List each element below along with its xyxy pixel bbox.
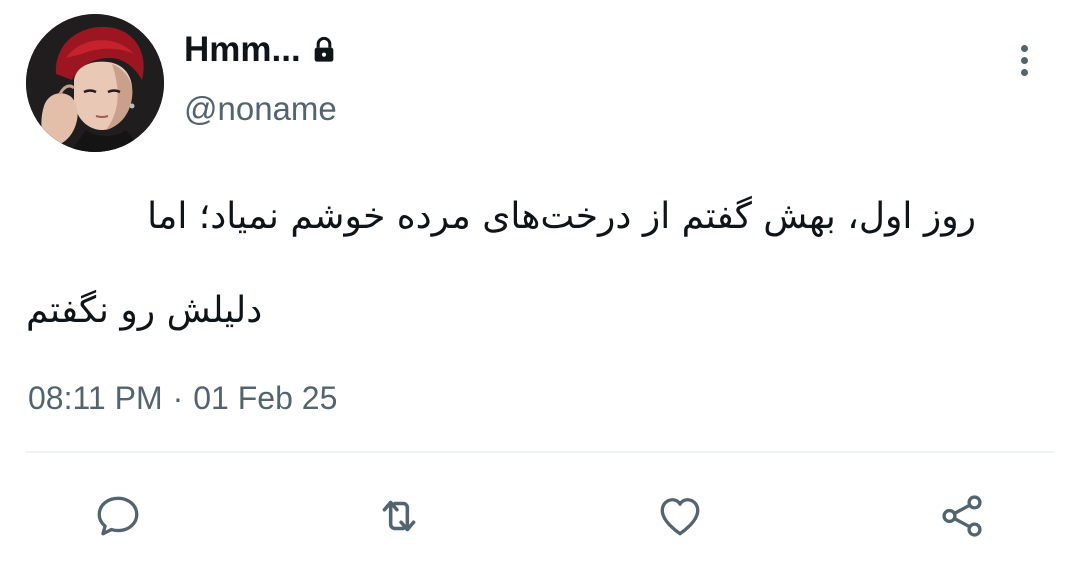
comment-icon <box>97 496 139 536</box>
tweet-text-line-1: روز اول، بهش گفتم از درخت‌های مرده خوشم … <box>147 196 976 237</box>
share-button[interactable] <box>934 488 990 544</box>
heart-icon <box>660 498 700 536</box>
more-dot-icon <box>1020 44 1028 52</box>
lock-icon <box>309 35 339 65</box>
reply-button[interactable] <box>90 488 146 544</box>
tweet-time[interactable]: 08:11 PM <box>28 380 163 417</box>
more-options-button[interactable] <box>1004 38 1044 82</box>
more-dot-icon <box>1020 68 1028 76</box>
retweet-button[interactable] <box>371 488 427 544</box>
share-icon <box>942 495 982 537</box>
profile-photo-icon <box>26 14 164 152</box>
tweet-card: Hmm... @noname روز اول، بهش گفتم از درخت… <box>0 0 1080 578</box>
avatar[interactable] <box>26 14 164 152</box>
retweet-icon <box>382 500 416 532</box>
timestamp-separator: · <box>172 380 184 416</box>
more-dot-icon <box>1020 56 1028 64</box>
author-name-row: Hmm... <box>184 30 339 70</box>
tweet-text-line-2: دلیلش رو نگفتم <box>26 290 263 331</box>
display-name[interactable]: Hmm... <box>184 30 301 70</box>
tweet-date[interactable]: 01 Feb 25 <box>193 380 337 417</box>
divider <box>26 451 1054 453</box>
tweet-timestamp: 08:11 PM · 01 Feb 25 <box>28 380 337 417</box>
author-handle[interactable]: @noname <box>184 90 337 128</box>
like-button[interactable] <box>652 488 708 544</box>
